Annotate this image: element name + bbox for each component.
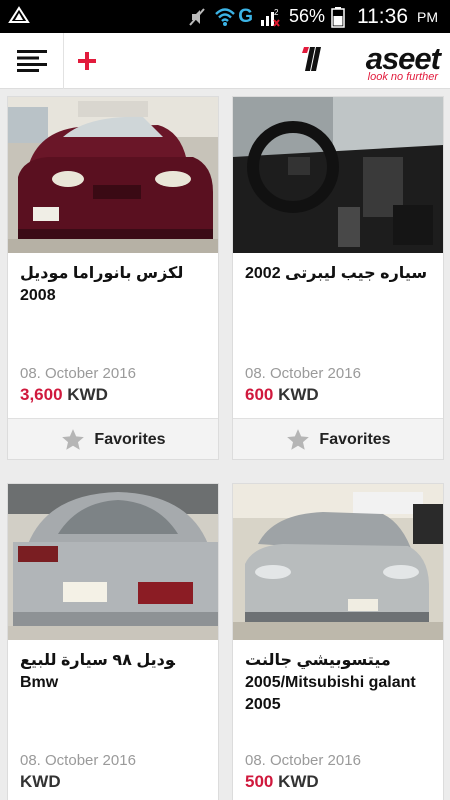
favorites-button[interactable]: Favorites xyxy=(233,418,443,459)
listing-date: 08. October 2016 xyxy=(20,365,136,382)
price-currency: KWD xyxy=(278,772,319,791)
signal-icon: 2 xyxy=(260,8,280,27)
svg-text:2: 2 xyxy=(274,8,279,17)
logo-mark-icon xyxy=(302,47,321,71)
wifi-icon xyxy=(215,7,236,26)
listing-date: 08. October 2016 xyxy=(245,365,361,382)
listing-card[interactable]: لكزس بانوراما موديل 2008 08. October 201… xyxy=(7,96,219,460)
listing-price: KWD xyxy=(20,772,61,792)
mute-icon xyxy=(189,7,205,26)
listing-card[interactable]: ميتسوبيشي جالنت 2005/Mitsubishi galant 2… xyxy=(232,483,444,800)
listing-date: 08. October 2016 xyxy=(20,752,136,769)
listing-date: 08. October 2016 xyxy=(245,752,361,769)
favorites-label: Favorites xyxy=(94,430,166,448)
listing-price: 500 KWD xyxy=(245,772,319,792)
listing-photo xyxy=(233,97,443,253)
listing-photo xyxy=(8,97,218,253)
price-currency: KWD xyxy=(67,385,108,404)
menu-icon xyxy=(16,50,47,72)
listing-price: 3,600 KWD xyxy=(20,385,108,405)
plus-icon xyxy=(78,52,96,70)
price-amount: 600 xyxy=(245,385,274,404)
listing-title: لكزس بانوراما موديل 2008 xyxy=(20,265,184,304)
clock-time: 11:36 xyxy=(357,4,408,28)
battery-percent: 56% xyxy=(288,6,325,26)
add-listing-button[interactable] xyxy=(64,33,110,89)
app-logo: aseet look no further xyxy=(300,41,441,83)
star-icon xyxy=(62,428,85,450)
listing-title: ﻮديل ٩٨ سيارة للبيع Bmw xyxy=(20,652,175,691)
price-currency: KWD xyxy=(20,772,61,791)
clock-ampm: PM xyxy=(417,8,438,25)
listing-price: 600 KWD xyxy=(245,385,319,405)
listing-card[interactable]: ﻮديل ٩٨ سيارة للبيع Bmw 08. October 2016… xyxy=(7,483,219,800)
price-amount: 500 xyxy=(245,772,274,791)
star-icon xyxy=(287,428,310,450)
drive-icon xyxy=(8,6,30,23)
listing-title: ميتسوبيشي جالنت 2005/Mitsubishi galant 2… xyxy=(245,652,416,713)
menu-button[interactable] xyxy=(0,33,64,89)
favorites-label: Favorites xyxy=(319,430,391,448)
status-bar: G 2 56% 11:36 PM xyxy=(0,0,450,33)
listing-card[interactable]: سياره جيب ليبرتى 2002 08. October 2016 6… xyxy=(232,96,444,460)
price-currency: KWD xyxy=(278,385,319,404)
app-bar: aseet look no further xyxy=(0,33,450,89)
logo-tagline: look no further xyxy=(367,71,438,83)
favorites-button[interactable]: Favorites xyxy=(8,418,218,459)
price-amount: 3,600 xyxy=(20,385,63,404)
battery-icon xyxy=(331,6,345,28)
listing-title: سياره جيب ليبرتى 2002 xyxy=(245,265,428,282)
listing-photo xyxy=(8,484,218,640)
network-type-label: G xyxy=(238,5,253,27)
listing-photo xyxy=(233,484,443,640)
